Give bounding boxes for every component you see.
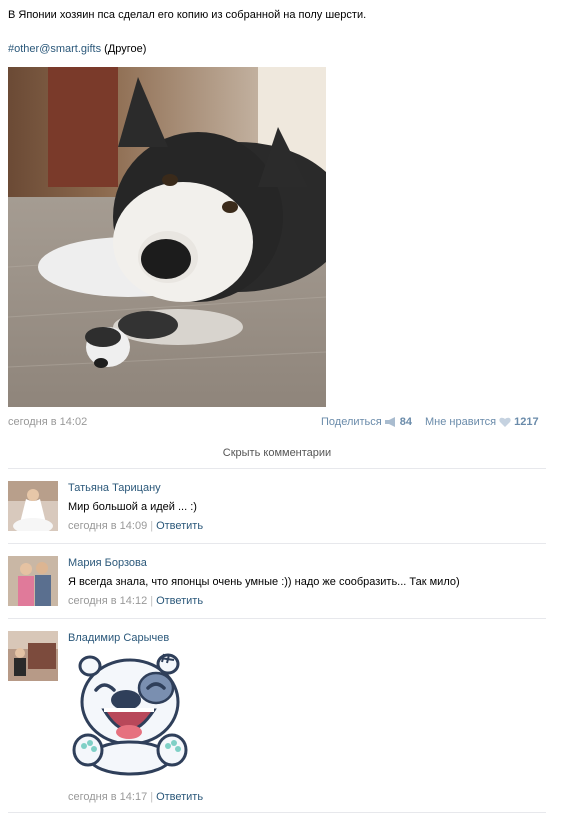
avatar[interactable] bbox=[8, 631, 58, 681]
post-photo[interactable] bbox=[8, 67, 326, 407]
comment-date[interactable]: сегодня в 14:17 bbox=[68, 791, 147, 803]
comment-meta: сегодня в 14:09 | Ответить bbox=[68, 519, 203, 533]
divider bbox=[8, 618, 546, 619]
comment-date[interactable]: сегодня в 14:09 bbox=[68, 520, 147, 532]
meta-separator: | bbox=[150, 520, 154, 532]
megaphone-icon bbox=[384, 417, 395, 427]
couple-avatar-image bbox=[8, 556, 58, 606]
comment-meta: сегодня в 14:12 | Ответить bbox=[68, 594, 203, 608]
post-text: В Японии хозяин пса сделал его копию из … bbox=[8, 9, 367, 21]
post-category: (Другое) bbox=[104, 43, 147, 55]
divider bbox=[8, 543, 546, 544]
share-label: Поделиться bbox=[321, 416, 382, 428]
bride-avatar-image bbox=[8, 481, 58, 531]
reply-button[interactable]: Ответить bbox=[156, 595, 203, 607]
comment-date[interactable]: сегодня в 14:12 bbox=[68, 595, 147, 607]
divider bbox=[8, 468, 546, 469]
comment-text: Я всегда знала, что японцы очень умные :… bbox=[68, 576, 460, 588]
comment-item: Мария Борзова Я всегда знала, что японцы… bbox=[8, 556, 548, 608]
sticker[interactable] bbox=[68, 650, 194, 776]
reply-button[interactable]: Ответить bbox=[156, 520, 203, 532]
like-button[interactable]: Мне нравится 1217 bbox=[425, 416, 539, 428]
wall-post: В Японии хозяин пса сделал его копию из … bbox=[0, 0, 564, 815]
avatar[interactable] bbox=[8, 556, 58, 606]
hide-comments-link[interactable]: Скрыть комментарии bbox=[0, 447, 554, 459]
hashtag-link[interactable]: #other@smart.gifts bbox=[8, 43, 101, 55]
comment-item: Владимир Сарычев сегодня в 14:17 | Ответ… bbox=[8, 631, 548, 806]
comment-text: Мир большой а идей ... :) bbox=[68, 501, 197, 513]
heart-icon bbox=[499, 417, 511, 427]
laughing-dog-sticker-icon bbox=[72, 653, 188, 776]
comment-meta: сегодня в 14:17 | Ответить bbox=[68, 790, 203, 804]
comment-item: Татьяна Тарицану Мир большой а идей ... … bbox=[8, 481, 548, 533]
share-count: 84 bbox=[399, 416, 412, 428]
meta-separator: | bbox=[150, 791, 154, 803]
room-avatar-image bbox=[8, 631, 58, 681]
reply-button[interactable]: Ответить bbox=[156, 791, 203, 803]
husky-photo-image bbox=[8, 67, 326, 407]
comment-author[interactable]: Татьяна Тарицану bbox=[68, 481, 161, 495]
comment-author[interactable]: Владимир Сарычев bbox=[68, 631, 169, 645]
share-button[interactable]: Поделиться 84 bbox=[321, 416, 412, 428]
post-date[interactable]: сегодня в 14:02 bbox=[8, 416, 87, 428]
like-label: Мне нравится bbox=[425, 416, 497, 428]
meta-separator: | bbox=[150, 595, 154, 607]
post-tags: #other@smart.gifts (Другое) bbox=[8, 42, 146, 56]
avatar[interactable] bbox=[8, 481, 58, 531]
like-count: 1217 bbox=[514, 416, 539, 428]
comment-author[interactable]: Мария Борзова bbox=[68, 556, 147, 570]
divider bbox=[8, 812, 546, 813]
